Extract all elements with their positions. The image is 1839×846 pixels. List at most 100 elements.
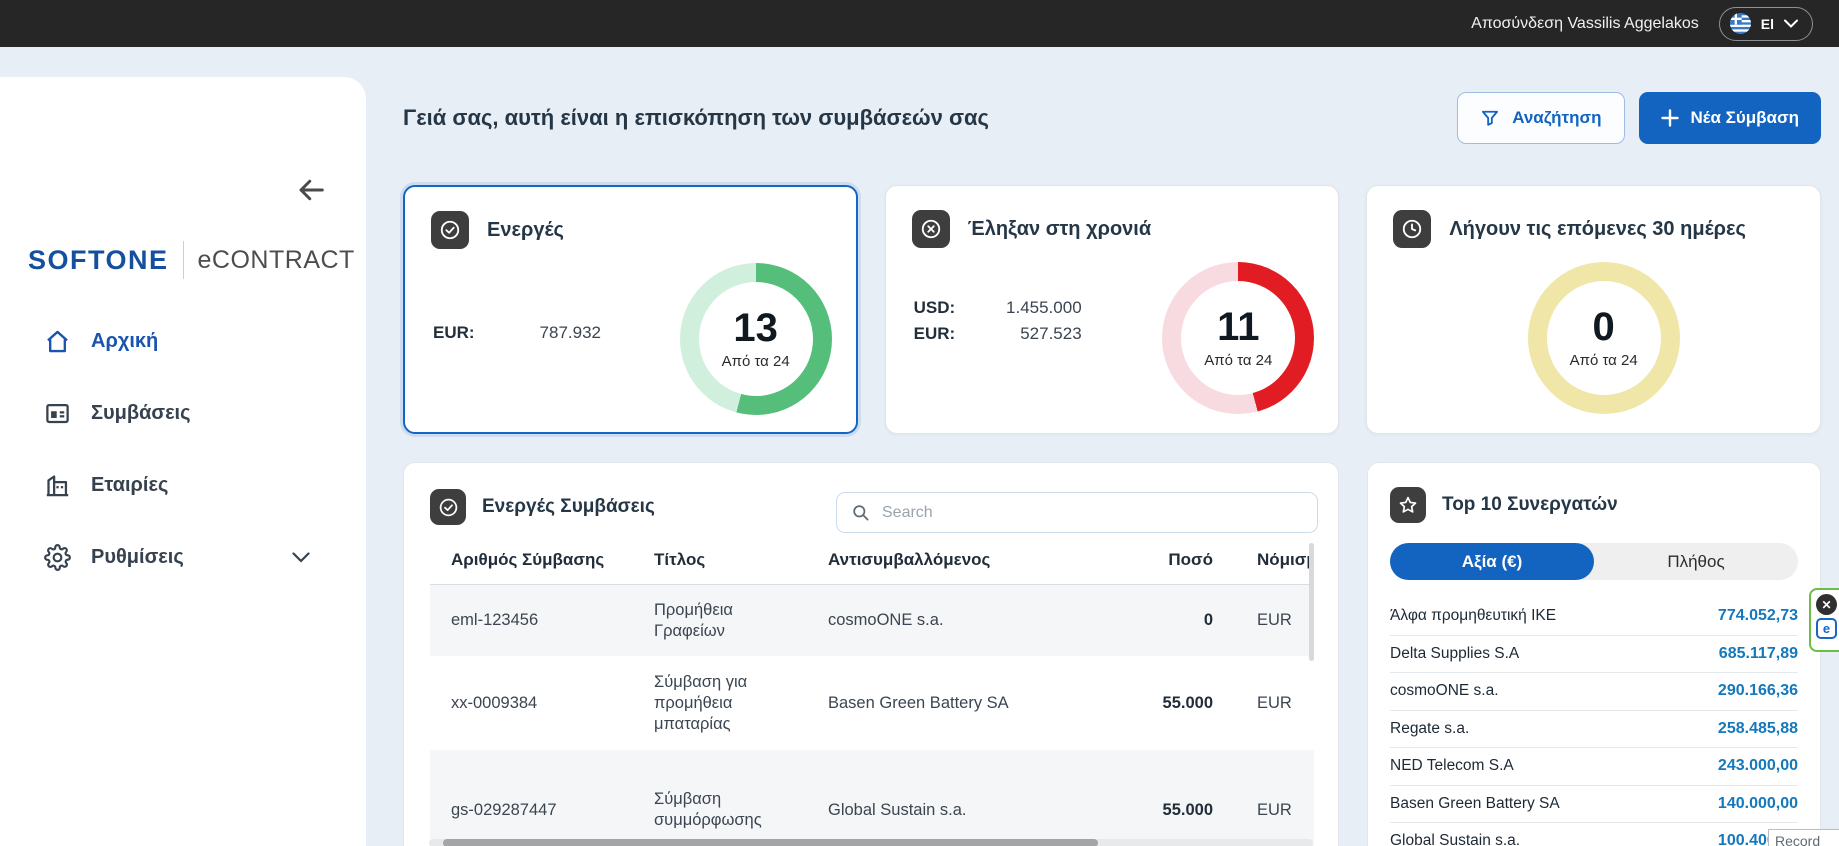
sidebar-item-label: Αρχική (91, 330, 158, 353)
currency-amount: 1.455.000 (970, 295, 1082, 321)
chevron-down-icon[interactable] (292, 552, 310, 563)
table-row[interactable]: eml-123456 Προμήθεια Γραφείων cosmoONE s… (430, 585, 1314, 656)
sidebar-item-home[interactable]: Αρχική (0, 317, 366, 365)
stat-cards-row: Ενεργές 13 Από τα 24 EUR: 787.932 Έληξαν… (403, 185, 1821, 434)
card-title: Ενεργές (487, 219, 564, 242)
table-horizontal-scrollbar[interactable] (429, 839, 1313, 846)
greek-flag-icon (1730, 13, 1751, 34)
card-title: Έληξαν στη χρονιά (968, 218, 1152, 241)
building-icon (44, 472, 71, 499)
check-circle-icon (430, 489, 466, 525)
partner-name: Basen Green Battery SA (1390, 795, 1560, 813)
column-header-number[interactable]: Αριθμός Σύμβασης (430, 549, 633, 570)
list-item[interactable]: NED Telecom S.A 243.000,00 (1390, 748, 1798, 786)
cell-currency: EUR (1213, 800, 1314, 821)
partner-value: 258.485,88 (1718, 720, 1798, 738)
currency-label: USD: (914, 295, 970, 321)
sidebar-item-contracts[interactable]: Συμβάσεις (0, 389, 366, 437)
list-item[interactable]: Global Sustain s.a. 100.400,00 (1390, 823, 1798, 846)
language-selector[interactable]: El (1719, 7, 1813, 41)
accessibility-widget[interactable]: ✕ e (1809, 588, 1839, 652)
cell-title: Σύμβαση συμμόρφωσης (633, 789, 807, 831)
search-input[interactable] (882, 504, 1303, 522)
sidebar-item-label: Ρυθμίσεις (91, 546, 184, 569)
cell-currency: EUR (1213, 693, 1314, 714)
cell-amount: 55.000 (1067, 800, 1213, 821)
sidebar-item-settings[interactable]: Ρυθμίσεις (0, 533, 366, 581)
card-expired-contracts[interactable]: Έληξαν στη χρονιά 11 Από τα 24 USD: 1.45… (885, 185, 1340, 434)
partner-name: Regate s.a. (1390, 720, 1469, 738)
search-icon (851, 503, 870, 522)
list-item[interactable]: Basen Green Battery SA 140.000,00 (1390, 786, 1798, 824)
logo-softone: SOFTONE (28, 245, 169, 276)
partner-value: 140.000,00 (1718, 795, 1798, 813)
gear-icon (44, 544, 71, 571)
column-header-counterparty[interactable]: Αντισυμβαλλόμενος (807, 549, 1067, 570)
plus-icon (1661, 109, 1679, 127)
star-icon (1390, 487, 1426, 523)
column-header-amount[interactable]: Ποσό (1067, 549, 1213, 570)
partner-name: cosmoONE s.a. (1390, 682, 1499, 700)
scrollbar-thumb[interactable] (443, 839, 1098, 846)
cell-contract-number: xx-0009384 (430, 693, 633, 714)
page-header: Γειά σας, αυτή είναι η επισκόπηση των συ… (403, 90, 1821, 145)
search-button-label: Αναζήτηση (1512, 108, 1601, 128)
contracts-icon (44, 400, 71, 427)
sidebar-item-companies[interactable]: Εταιρίες (0, 461, 366, 509)
active-contracts-panel: Ενεργές Συμβάσεις Αριθμός Σύμβασης Τίτλο… (403, 462, 1339, 846)
card-header: Ενεργές (431, 211, 830, 249)
logo-econtract: eCONTRACT (198, 246, 355, 275)
cell-contract-number: eml-123456 (430, 610, 633, 631)
x-circle-icon (912, 210, 950, 248)
sidebar-item-label: Συμβάσεις (91, 402, 191, 425)
sidebar: SOFTONE eCONTRACT Αρχική Συμβάσεις (0, 77, 366, 846)
check-circle-icon (431, 211, 469, 249)
partner-name: NED Telecom S.A (1390, 757, 1514, 775)
partner-value: 290.166,36 (1718, 682, 1798, 700)
card-expiring-soon[interactable]: Λήγουν τις επόμενες 30 ημέρες 0 Από τα 2… (1366, 185, 1821, 434)
card-active-contracts[interactable]: Ενεργές 13 Από τα 24 EUR: 787.932 (403, 185, 858, 434)
logout-link[interactable]: Αποσύνδεση Vassilis Aggelakos (1471, 15, 1699, 33)
tab-count[interactable]: Πλήθος (1594, 543, 1798, 580)
table-row[interactable]: xx-0009384 Σύμβαση για προμήθεια μπαταρί… (430, 656, 1314, 750)
tab-value[interactable]: Αξία (€) (1390, 543, 1594, 580)
record-label: Record (1775, 833, 1820, 846)
list-item[interactable]: Delta Supplies S.A 685.117,89 (1390, 636, 1798, 674)
cell-currency: EUR (1213, 610, 1314, 631)
donut-count: 13 (733, 308, 778, 348)
list-item[interactable]: cosmoONE s.a. 290.166,36 (1390, 673, 1798, 711)
cell-title: Σύμβαση για προμήθεια μπαταρίας (633, 672, 807, 735)
list-item[interactable]: Άλφα προμηθευτική ΙΚΕ 774.052,73 (1390, 598, 1798, 636)
logo-divider (183, 241, 184, 279)
new-contract-button[interactable]: Νέα Σύμβαση (1639, 92, 1821, 144)
donut-chart-expiring: 0 Από τα 24 (1528, 262, 1680, 414)
card-title: Λήγουν τις επόμενες 30 ημέρες (1449, 218, 1746, 241)
contracts-table: Αριθμός Σύμβασης Τίτλος Αντισυμβαλλόμενο… (430, 543, 1314, 846)
donut-count: 11 (1217, 307, 1259, 347)
cell-counterparty: cosmoONE s.a. (807, 610, 1067, 631)
partner-name: Άλφα προμηθευτική ΙΚΕ (1390, 607, 1556, 625)
list-item[interactable]: Regate s.a. 258.485,88 (1390, 711, 1798, 749)
sidebar-nav: Αρχική Συμβάσεις Εταιρίες (0, 317, 366, 605)
table-vertical-scrollbar[interactable] (1309, 543, 1314, 661)
card-values: EUR: 787.932 (433, 320, 601, 346)
partners-list: Άλφα προμηθευτική ΙΚΕ 774.052,73 Delta S… (1390, 598, 1798, 846)
sidebar-collapse-button[interactable] (296, 175, 328, 207)
sidebar-item-label: Εταιρίες (91, 474, 168, 497)
cell-title: Προμήθεια Γραφείων (633, 600, 807, 642)
column-header-title[interactable]: Τίτλος (633, 549, 807, 570)
new-button-label: Νέα Σύμβαση (1691, 108, 1799, 128)
close-icon[interactable]: ✕ (1816, 594, 1837, 615)
search-filter-button[interactable]: Αναζήτηση (1457, 92, 1624, 144)
clock-icon (1393, 210, 1431, 248)
table-search[interactable] (836, 492, 1318, 533)
partner-name: Global Sustain s.a. (1390, 832, 1520, 846)
donut-total-label: Από τα 24 (1204, 352, 1272, 369)
cell-amount: 0 (1067, 610, 1213, 631)
table-row[interactable]: gs-029287447 Σύμβαση συμμόρφωσης Global … (430, 750, 1314, 846)
app-logo: SOFTONE eCONTRACT (28, 237, 355, 283)
card-header: Έληξαν στη χρονιά (912, 210, 1313, 248)
topbar: Αποσύνδεση Vassilis Aggelakos El (0, 0, 1839, 47)
top-partners-panel: Top 10 Συνεργατών Αξία (€) Πλήθος Άλφα π… (1367, 462, 1821, 846)
column-header-currency[interactable]: Νόμισμα (1213, 549, 1314, 570)
